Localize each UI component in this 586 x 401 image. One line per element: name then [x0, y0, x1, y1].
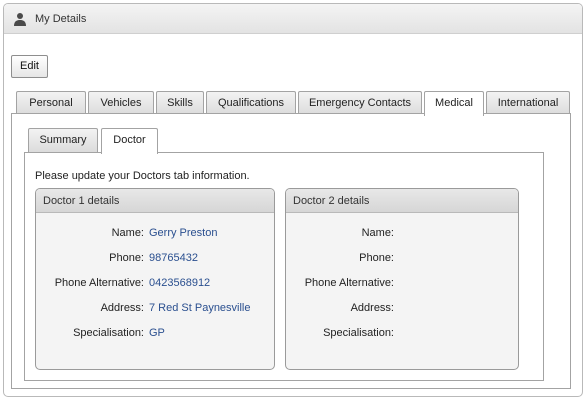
- panel-header: My Details: [4, 4, 582, 34]
- address-label: Address:: [350, 302, 394, 314]
- doctor-1-specialisation-value: GP: [149, 327, 165, 339]
- doctor-1-title: Doctor 1 details: [36, 189, 274, 213]
- doctor-1-name-value: Gerry Preston: [149, 227, 218, 239]
- tab-medical[interactable]: Medical: [424, 91, 484, 116]
- specialisation-label: Specialisation:: [323, 327, 394, 339]
- doctor-1-address-row: Address: 7 Red St Paynesville: [36, 302, 274, 316]
- doctor-1-address-value: 7 Red St Paynesville: [149, 302, 251, 314]
- doctor-2-title: Doctor 2 details: [286, 189, 518, 213]
- tab-emergency-contacts[interactable]: Emergency Contacts: [298, 91, 422, 114]
- tab-skills[interactable]: Skills: [156, 91, 204, 114]
- doctor-2-phone-alt-row: Phone Alternative:: [286, 277, 518, 291]
- doctor-1-name-row: Name: Gerry Preston: [36, 227, 274, 241]
- doctor-2-name-row: Name:: [286, 227, 518, 241]
- doctor-2-specialisation-row: Specialisation:: [286, 327, 518, 341]
- phone-label: Phone:: [359, 252, 394, 264]
- tab-vehicles[interactable]: Vehicles: [88, 91, 154, 114]
- subtab-doctor[interactable]: Doctor: [101, 128, 158, 154]
- tab-personal[interactable]: Personal: [16, 91, 86, 114]
- doctor-1-phone-value: 98765432: [149, 252, 198, 264]
- medical-tab-content: Summary Doctor Please update your Doctor…: [11, 113, 571, 389]
- doctor-1-phone-alt-row: Phone Alternative: 0423568912: [36, 277, 274, 291]
- doctor-2-box: Doctor 2 details Name: Phone: Phone Alte…: [285, 188, 519, 370]
- phone-alternative-label: Phone Alternative:: [54, 277, 144, 289]
- my-details-panel: My Details Edit Personal Vehicles Skills…: [3, 3, 583, 397]
- tab-qualifications[interactable]: Qualifications: [206, 91, 296, 114]
- edit-button[interactable]: Edit: [11, 55, 48, 78]
- subtab-summary[interactable]: Summary: [28, 128, 98, 152]
- doctor-1-box: Doctor 1 details Name: Gerry Preston Pho…: [35, 188, 275, 370]
- name-label: Name:: [361, 227, 394, 239]
- panel-title: My Details: [35, 13, 87, 25]
- doctor-1-specialisation-row: Specialisation: GP: [36, 327, 274, 341]
- address-label: Address:: [100, 302, 144, 314]
- name-label: Name:: [111, 227, 144, 239]
- user-icon: [14, 13, 26, 26]
- info-text: Please update your Doctors tab informati…: [35, 170, 250, 182]
- doctor-1-phone-row: Phone: 98765432: [36, 252, 274, 266]
- doctor-1-phone-alt-value: 0423568912: [149, 277, 211, 289]
- doctor-2-address-row: Address:: [286, 302, 518, 316]
- tab-international[interactable]: International: [486, 91, 570, 114]
- phone-label: Phone:: [109, 252, 144, 264]
- doctor-2-phone-row: Phone:: [286, 252, 518, 266]
- specialisation-label: Specialisation:: [73, 327, 144, 339]
- doctor-subtab-content: Please update your Doctors tab informati…: [24, 152, 544, 381]
- phone-alternative-label: Phone Alternative:: [304, 277, 394, 289]
